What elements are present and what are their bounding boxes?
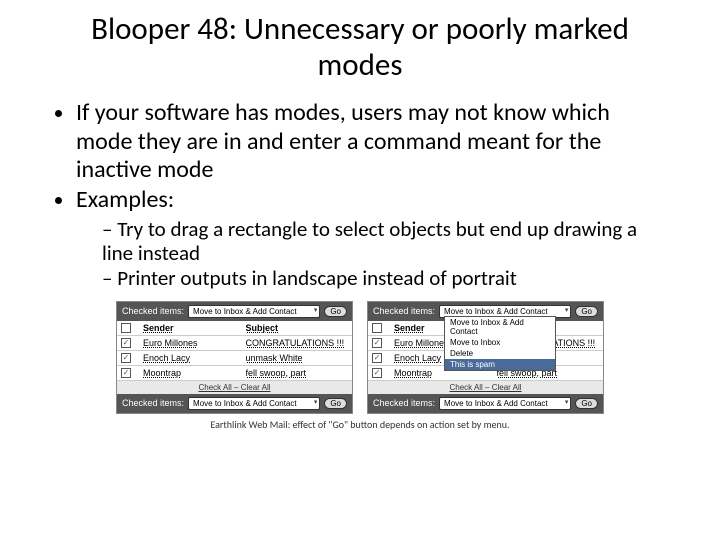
mail-panel-right: Checked items: Move to Inbox & Add Conta… (367, 301, 604, 414)
checkbox-icon[interactable]: ✓ (372, 368, 382, 378)
cell-subject: fell swoop, part (246, 368, 349, 378)
cell-sender: Enoch Lacy (143, 353, 246, 363)
col-subject: Subject (246, 323, 349, 333)
table-row: Sender Subject (117, 321, 352, 336)
mail-table: Sender Subject ✓ Euro Millones CONGRATUL… (117, 321, 352, 381)
checked-items-label: Checked items: (122, 398, 184, 408)
action-select[interactable]: Move to Inbox & Add Contact (439, 397, 571, 410)
col-sender: Sender (143, 323, 246, 333)
bullet-list: If your software has modes, users may no… (56, 99, 670, 291)
checkbox-icon[interactable] (121, 323, 131, 333)
checked-items-label: Checked items: (373, 398, 435, 408)
check-clear-links[interactable]: Check All – Clear All (117, 381, 352, 394)
checkbox-icon[interactable]: ✓ (121, 353, 131, 363)
sub-bullet-1: Try to drag a rectangle to select object… (102, 217, 670, 267)
checkbox-icon[interactable]: ✓ (372, 338, 382, 348)
action-bar-bottom: Checked items: Move to Inbox & Add Conta… (117, 394, 352, 413)
sub-bullet-list: Try to drag a rectangle to select object… (76, 217, 670, 291)
checked-items-label: Checked items: (122, 306, 184, 316)
bullet-1: If your software has modes, users may no… (76, 99, 670, 184)
cell-sender: Moontrap (143, 368, 246, 378)
action-select[interactable]: Move to Inbox & Add Contact (188, 397, 320, 410)
action-bar: Checked items: Move to Inbox & Add Conta… (117, 302, 352, 321)
go-button[interactable]: Go (324, 398, 347, 409)
checked-items-label: Checked items: (373, 306, 435, 316)
cell-sender: Euro Millones (143, 338, 246, 348)
menu-item[interactable]: Move to Inbox (445, 337, 555, 348)
action-bar-bottom: Checked items: Move to Inbox & Add Conta… (368, 394, 603, 413)
check-clear-links[interactable]: Check All – Clear All (368, 381, 603, 394)
cell-subject: unmask White (246, 353, 349, 363)
menu-item-selected[interactable]: This is spam (445, 359, 555, 370)
checkbox-icon[interactable]: ✓ (121, 338, 131, 348)
checkbox-icon[interactable]: ✓ (372, 353, 382, 363)
table-row: ✓ Enoch Lacy unmask White (117, 351, 352, 366)
menu-item[interactable]: Move to Inbox & Add Contact (445, 317, 555, 337)
screenshot-figure: Checked items: Move to Inbox & Add Conta… (50, 301, 670, 414)
slide-title: Blooper 48: Unnecessary or poorly marked… (50, 12, 670, 83)
go-button[interactable]: Go (575, 306, 598, 317)
cell-subject: CONGRATULATIONS !!! (246, 338, 349, 348)
sub-bullet-2: Printer outputs in landscape instead of … (102, 266, 670, 291)
mail-panel-left: Checked items: Move to Inbox & Add Conta… (116, 301, 353, 414)
menu-item[interactable]: Delete (445, 348, 555, 359)
action-menu[interactable]: Move to Inbox & Add Contact Move to Inbo… (444, 316, 556, 371)
go-button[interactable]: Go (324, 306, 347, 317)
table-row: ✓ Euro Millones CONGRATULATIONS !!! (117, 336, 352, 351)
checkbox-icon[interactable]: ✓ (121, 368, 131, 378)
checkbox-icon[interactable] (372, 323, 382, 333)
go-button[interactable]: Go (575, 398, 598, 409)
bullet-2: Examples: (76, 186, 670, 214)
figure-caption: Earthlink Web Mail: effect of "Go" butto… (50, 418, 670, 431)
table-row: ✓ Moontrap fell swoop, part (117, 366, 352, 381)
action-select[interactable]: Move to Inbox & Add Contact (188, 305, 320, 318)
